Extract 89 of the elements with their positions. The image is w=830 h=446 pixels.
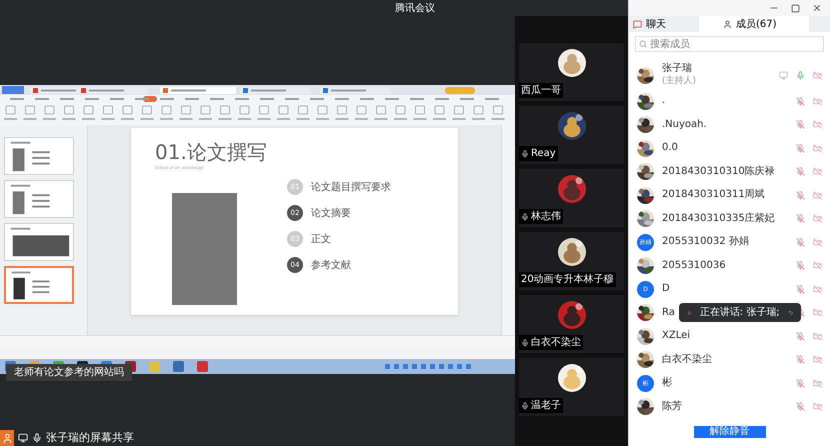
agenda-item: 参考文献 bbox=[311, 258, 351, 272]
mic-muted-icon[interactable] bbox=[796, 120, 805, 130]
mic-muted-icon[interactable] bbox=[796, 332, 805, 341]
screen-share-label: 张子瑞的屏幕共享 bbox=[46, 430, 134, 446]
participant-name: 白衣不染尘 bbox=[531, 336, 581, 350]
slide-thumbnail[interactable] bbox=[4, 223, 74, 261]
member-name: .Nuyoah. bbox=[662, 118, 707, 131]
participant-name: 温老子 bbox=[531, 398, 561, 413]
search-field[interactable]: 搜索成员 bbox=[635, 36, 824, 52]
chat-caption: 老师有论文参考的网站吗 bbox=[6, 364, 132, 381]
member-role: (主持人) bbox=[662, 76, 696, 87]
participant-name: 西瓜一哥 bbox=[521, 84, 561, 98]
camera-off-icon[interactable] bbox=[813, 238, 822, 247]
member-name: XZLei bbox=[662, 330, 690, 342]
member-name: 2055310036 bbox=[662, 260, 726, 272]
member-name: 2018430310335庄紫妃 bbox=[662, 212, 775, 225]
member-name: D bbox=[662, 283, 670, 296]
mic-muted-icon[interactable] bbox=[796, 144, 805, 153]
camera-off-icon[interactable] bbox=[813, 70, 822, 80]
slide-title: 01.论文撰写 bbox=[155, 140, 268, 165]
participant-name: Reay bbox=[531, 147, 556, 161]
participant-name: 林志伟 bbox=[531, 210, 561, 224]
mic-icon bbox=[521, 338, 529, 346]
camera-off-icon[interactable] bbox=[813, 96, 822, 106]
person-icon bbox=[723, 20, 732, 28]
mic-icon bbox=[521, 150, 529, 158]
agenda-item: 正文 bbox=[311, 232, 331, 246]
camera-off-icon[interactable] bbox=[813, 308, 822, 318]
participant-name: 20动画专升本林子穆 bbox=[521, 272, 614, 287]
video-tile[interactable]: 西瓜一哥 bbox=[519, 43, 624, 101]
unmute-button[interactable]: 解除静音 bbox=[694, 426, 766, 438]
member-name: 2055310032 孙娟 bbox=[662, 236, 749, 248]
video-tile[interactable]: 温老子 bbox=[519, 358, 624, 416]
mic-muted-icon[interactable] bbox=[796, 190, 805, 200]
user-icon bbox=[0, 430, 14, 446]
camera-off-icon[interactable] bbox=[813, 402, 822, 412]
member-name: 2018430310310陈庆禄 bbox=[662, 166, 775, 178]
member-name: 2018430310311周斌 bbox=[662, 189, 765, 202]
member-name: 0.0 bbox=[662, 142, 678, 154]
mic-icon bbox=[521, 212, 529, 220]
video-tile[interactable]: 林志伟 bbox=[519, 169, 624, 227]
mic-muted-icon[interactable] bbox=[796, 378, 805, 388]
video-tile[interactable]: Reay bbox=[519, 106, 624, 164]
agenda-item: 论文摘要 bbox=[311, 206, 351, 220]
mic-muted-icon[interactable] bbox=[796, 214, 805, 224]
mic-icon bbox=[687, 308, 692, 316]
mic-muted-icon[interactable] bbox=[796, 96, 805, 106]
reply-icon[interactable] bbox=[788, 308, 793, 317]
member-name: 陈芳 bbox=[662, 400, 682, 413]
agenda-item: 论文题目撰写要求 bbox=[311, 180, 391, 194]
camera-off-icon[interactable] bbox=[813, 190, 822, 200]
speaking-text: 正在讲话: 张子瑞; bbox=[700, 306, 780, 320]
mic-muted-icon[interactable] bbox=[796, 284, 805, 294]
member-name: Ra bbox=[662, 306, 675, 319]
camera-off-icon[interactable] bbox=[813, 378, 822, 388]
camera-off-icon[interactable] bbox=[813, 144, 822, 153]
mic-muted-icon[interactable] bbox=[796, 261, 805, 270]
window-title: 腾讯会议 bbox=[395, 2, 435, 16]
member-name: 白衣不染尘 bbox=[662, 354, 712, 366]
member-name: . bbox=[662, 95, 666, 108]
video-tile[interactable]: 20动画专升本林子穆 bbox=[519, 232, 624, 290]
maximize-icon[interactable] bbox=[791, 4, 800, 12]
camera-off-icon[interactable] bbox=[813, 167, 822, 176]
panel-tab[interactable]: 聊天 bbox=[629, 16, 699, 32]
mic-icon bbox=[521, 402, 529, 410]
search-icon bbox=[639, 40, 647, 48]
mic-muted-icon[interactable] bbox=[796, 355, 805, 364]
camera-off-icon[interactable] bbox=[813, 332, 822, 341]
member-name: 彬 bbox=[662, 377, 672, 390]
chat-icon bbox=[633, 20, 642, 28]
video-tile[interactable]: 白衣不染尘 bbox=[519, 295, 624, 353]
close-icon[interactable] bbox=[812, 3, 822, 13]
member-name: 张子瑞 bbox=[662, 63, 692, 76]
camera-off-icon[interactable] bbox=[813, 355, 822, 364]
slide-thumbnail[interactable] bbox=[4, 137, 74, 175]
camera-off-icon[interactable] bbox=[813, 261, 822, 270]
slide-thumbnail[interactable] bbox=[4, 266, 74, 304]
mic-icon bbox=[32, 433, 42, 443]
camera-off-icon[interactable] bbox=[813, 214, 822, 224]
panel-tab[interactable]: 成员(67) bbox=[699, 16, 809, 32]
mic-muted-icon[interactable] bbox=[796, 402, 805, 412]
camera-off-icon[interactable] bbox=[813, 284, 822, 294]
screen-share-icon bbox=[779, 70, 788, 80]
mic-muted-icon[interactable] bbox=[796, 238, 805, 247]
screen-share-icon bbox=[18, 433, 28, 443]
mic-muted-icon[interactable] bbox=[796, 167, 805, 176]
mic-icon[interactable] bbox=[796, 70, 805, 80]
slide-thumbnail[interactable] bbox=[4, 180, 74, 218]
camera-off-icon[interactable] bbox=[813, 120, 822, 130]
